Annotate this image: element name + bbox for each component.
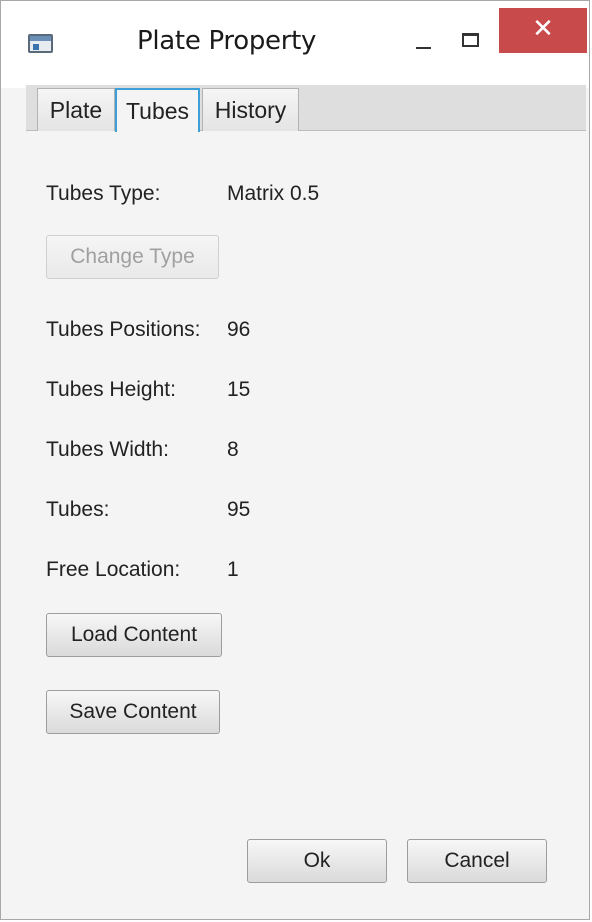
tab-bar: Plate Tubes History xyxy=(26,85,586,132)
change-type-button[interactable]: Change Type xyxy=(46,235,219,279)
close-button[interactable]: ✕ xyxy=(499,8,587,53)
close-icon: ✕ xyxy=(532,14,554,44)
app-window-icon xyxy=(28,34,53,53)
title-bar[interactable]: Plate Property ✕ xyxy=(1,1,589,88)
tubes-positions-label: Tubes Positions: xyxy=(46,318,201,341)
tubes-width-value: 8 xyxy=(227,438,239,461)
maximize-icon xyxy=(462,33,479,47)
window-title: Plate Property xyxy=(137,26,317,56)
tubes-type-value: Matrix 0.5 xyxy=(227,182,320,205)
tubes-type-label: Tubes Type: xyxy=(46,182,161,205)
tubes-width-label: Tubes Width: xyxy=(46,438,169,461)
minimize-button[interactable] xyxy=(403,23,443,63)
plate-property-dialog: Plate Property ✕ Plate Tubes History Tub… xyxy=(0,0,590,920)
tab-plate[interactable]: Plate xyxy=(37,88,115,131)
tubes-positions-value: 96 xyxy=(227,318,251,341)
tab-history[interactable]: History xyxy=(202,88,299,131)
tab-tubes[interactable]: Tubes xyxy=(115,88,200,132)
cancel-button[interactable]: Cancel xyxy=(407,839,547,883)
free-location-value: 1 xyxy=(227,558,239,581)
minimize-icon xyxy=(416,47,431,49)
ok-button[interactable]: Ok xyxy=(247,839,387,883)
tubes-count-label: Tubes: xyxy=(46,498,110,521)
tubes-height-label: Tubes Height: xyxy=(46,378,176,401)
save-content-button[interactable]: Save Content xyxy=(46,690,220,734)
tubes-height-value: 15 xyxy=(227,378,251,401)
maximize-button[interactable] xyxy=(451,23,491,63)
tubes-count-value: 95 xyxy=(227,498,251,521)
free-location-label: Free Location: xyxy=(46,558,181,581)
load-content-button[interactable]: Load Content xyxy=(46,613,222,657)
